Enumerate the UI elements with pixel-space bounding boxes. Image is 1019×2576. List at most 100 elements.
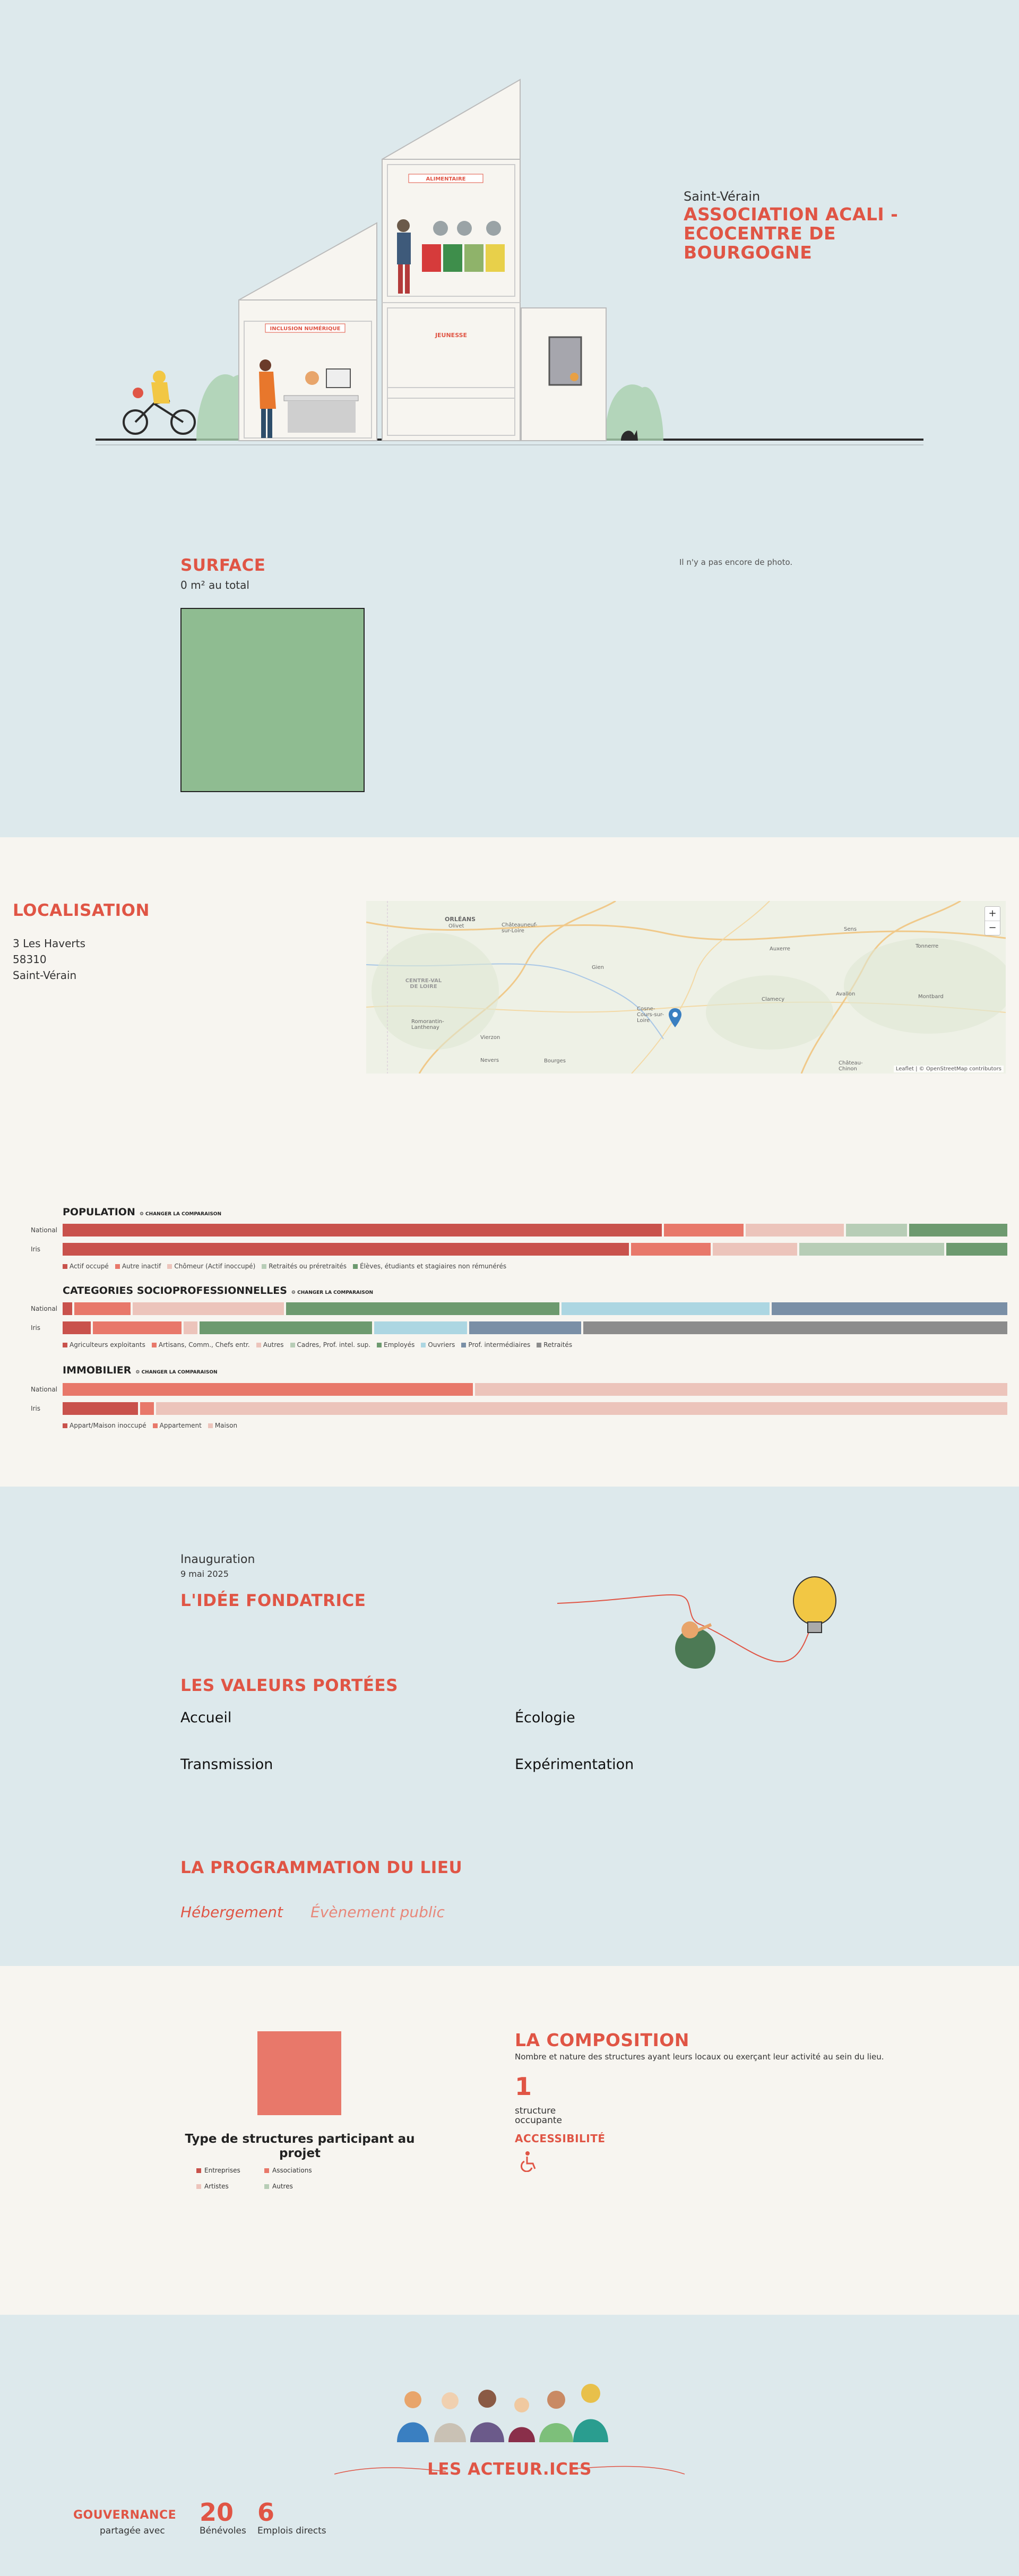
wheelchair-icon xyxy=(520,2151,536,2172)
legend-label: Appart/Maison inoccupé xyxy=(70,1422,146,1429)
legend-swatch xyxy=(377,1343,382,1347)
legend-swatch xyxy=(421,1343,426,1347)
legend-swatch xyxy=(167,1264,172,1269)
legend-label: Maison xyxy=(214,1422,238,1429)
legend-item: Associations xyxy=(264,2167,312,2174)
legend-label: Autre inactif xyxy=(122,1263,161,1270)
address-postcode: 58310 xyxy=(13,953,47,966)
csp-segment xyxy=(374,1321,468,1334)
surface-title: SURFACE xyxy=(180,556,266,575)
population-national-bar xyxy=(63,1224,1007,1237)
change-comparison-button[interactable]: ⚙ CHANGER LA COMPARAISON xyxy=(140,1212,221,1217)
csp-segment xyxy=(92,1321,182,1334)
change-comparison-button[interactable]: ⚙ CHANGER LA COMPARAISON xyxy=(135,1370,217,1375)
label-alimentaire: ALIMENTAIRE xyxy=(426,176,465,182)
csp-segment xyxy=(183,1321,197,1334)
acteurs-section: LES ACTEUR.ICES GOUVERNANCE partagée ave… xyxy=(0,2315,1019,2576)
map-attribution[interactable]: Leaflet | © OpenStreetMap contributors xyxy=(893,1066,1004,1072)
population-segment xyxy=(663,1224,744,1237)
legend-label: Ouvriers xyxy=(428,1341,455,1349)
csp-segment xyxy=(469,1321,582,1334)
legend-swatch xyxy=(262,1264,267,1269)
people-illustration xyxy=(397,2384,608,2442)
composition-description: Nombre et nature des structures ayant le… xyxy=(515,2052,884,2062)
csp-segment xyxy=(63,1321,91,1334)
map-place: Montbard xyxy=(918,994,944,1000)
legend-label: Appartement xyxy=(159,1422,202,1429)
legend-label: Cadres, Prof. intel. sup. xyxy=(297,1341,371,1349)
map-place: Vierzon xyxy=(480,1035,500,1041)
map-place: Château-Chinon xyxy=(839,1060,863,1072)
page-title: ASSOCIATION ACALI - ECOCENTRE DE BOURGOG… xyxy=(684,204,899,263)
row-label: National xyxy=(31,1386,58,1393)
row-label: Iris xyxy=(31,1246,41,1253)
map-place: Avallon xyxy=(836,991,856,997)
legend-label: Chômeur (Actif inoccupé) xyxy=(174,1263,256,1270)
population-row-national: National xyxy=(0,1224,1007,1237)
map-place: Châteauneuf-sur-Loire xyxy=(502,922,538,934)
legend-label: Artisans, Comm., Chefs entr. xyxy=(158,1341,250,1349)
programmation-item: Évènement public xyxy=(310,1903,445,1921)
population-title: POPULATION xyxy=(63,1206,135,1218)
population-segment xyxy=(909,1224,1007,1237)
csp-segment xyxy=(583,1321,1007,1334)
population-segment xyxy=(631,1243,711,1256)
legend-label: Agriculteurs exploitants xyxy=(70,1341,145,1349)
map-place: ORLÉANS xyxy=(445,916,476,923)
idea-title: L'IDÉE FONDATRICE xyxy=(180,1591,366,1610)
csp-segment xyxy=(63,1302,72,1315)
population-block: POPULATION ⚙ CHANGER LA COMPARAISON xyxy=(63,1206,1007,1218)
population-segment xyxy=(846,1224,907,1237)
no-photo-text: Il n'y a pas encore de photo. xyxy=(679,557,793,567)
zoom-in-button[interactable]: + xyxy=(985,907,1000,921)
legend-item: Employés xyxy=(377,1341,414,1349)
value-item: Écologie xyxy=(515,1710,575,1726)
map-place: Bourges xyxy=(544,1058,566,1064)
legend-label: Autres xyxy=(263,1341,284,1349)
immobilier-legend: Appart/Maison inoccupé Appartement Maison xyxy=(63,1422,244,1429)
immobilier-national-bar xyxy=(63,1383,1007,1396)
immobilier-segment xyxy=(140,1402,154,1415)
csp-row-national: National xyxy=(0,1302,1007,1315)
legend-item: Autres xyxy=(256,1341,284,1349)
csp-segment xyxy=(286,1302,560,1315)
legend-item: Appart/Maison inoccupé xyxy=(63,1422,146,1429)
csp-row-iris: Iris xyxy=(0,1321,1007,1334)
value-item: Expérimentation xyxy=(515,1756,634,1773)
legend-label: Prof. intermédiaires xyxy=(468,1341,531,1349)
accessibility-title: ACCESSIBILITÉ xyxy=(515,2132,606,2145)
population-row-iris: Iris xyxy=(0,1243,1007,1256)
benevoles-label: Bénévoles xyxy=(200,2526,246,2536)
legend-item: Cadres, Prof. intel. sup. xyxy=(290,1341,371,1349)
population-segment xyxy=(713,1243,797,1256)
legend-item: Ouvriers xyxy=(421,1341,455,1349)
idea-section: Inauguration 9 mai 2025 L'IDÉE FONDATRIC… xyxy=(0,1487,1019,1966)
legend-swatch xyxy=(353,1264,358,1269)
legend-item: Élèves, étudiants et stagiaires non rému… xyxy=(353,1263,506,1270)
map-marker-icon[interactable] xyxy=(669,1008,681,1027)
acteurs-title: LES ACTEUR.ICES xyxy=(427,2460,592,2479)
csp-title: CATEGORIES SOCIOPROFESSIONNELLES xyxy=(63,1285,287,1296)
csp-block: CATEGORIES SOCIOPROFESSIONNELLES ⚙ CHANGE… xyxy=(63,1285,1007,1296)
legend-item: Prof. intermédiaires xyxy=(461,1341,530,1349)
programmation-title: LA PROGRAMMATION DU LIEU xyxy=(180,1858,463,1877)
structure-count: 1 xyxy=(515,2072,532,2101)
legend-item: Autre inactif xyxy=(115,1263,161,1270)
legend-item: Retraités ou préretraités xyxy=(262,1263,347,1270)
legend-item: Autres xyxy=(264,2183,293,2190)
localisation-section: LOCALISATION 3 Les Haverts 58310 Saint-V… xyxy=(0,837,1019,1487)
legend-label: Retraités ou préretraités xyxy=(269,1263,347,1270)
surface-value: 0 m² au total xyxy=(180,579,249,591)
immobilier-segment xyxy=(63,1383,473,1396)
map-place: Clamecy xyxy=(762,997,785,1002)
change-comparison-button[interactable]: ⚙ CHANGER LA COMPARAISON xyxy=(291,1290,373,1295)
csp-segment xyxy=(133,1302,284,1315)
legend-swatch xyxy=(63,1423,67,1428)
localisation-title: LOCALISATION xyxy=(13,901,150,920)
legend-swatch xyxy=(63,1264,67,1269)
map[interactable]: ORLÉANS CENTRE-VAL DE LOIRE Gien Cosne-C… xyxy=(366,901,1006,1074)
immobilier-iris-bar xyxy=(63,1402,1007,1415)
map-place: Gien xyxy=(592,965,605,971)
zoom-out-button[interactable]: − xyxy=(985,921,1000,935)
address: 3 Les Haverts 58310 Saint-Vérain xyxy=(13,935,85,983)
